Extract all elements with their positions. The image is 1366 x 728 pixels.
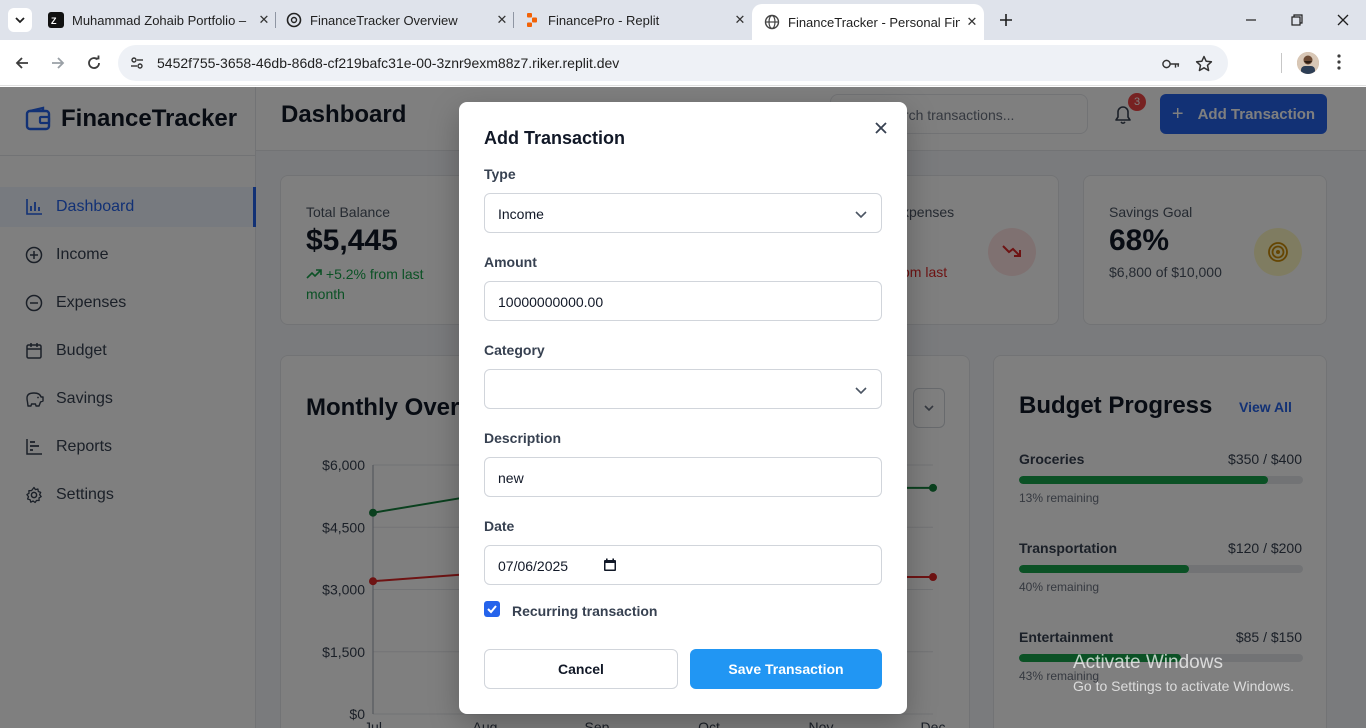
browser-menu-button[interactable] bbox=[1331, 51, 1347, 73]
date-label: Date bbox=[484, 518, 515, 534]
reload-icon bbox=[88, 55, 100, 69]
restore-icon bbox=[1291, 14, 1303, 26]
bookmark-star-icon[interactable] bbox=[1195, 55, 1213, 73]
save-transaction-button[interactable]: Save Transaction bbox=[690, 649, 882, 689]
plus-icon bbox=[1000, 14, 1012, 26]
tab-title: FinanceTracker Overview bbox=[310, 12, 458, 28]
type-label: Type bbox=[484, 166, 516, 182]
type-value: Income bbox=[498, 206, 544, 222]
close-window-button[interactable] bbox=[1328, 8, 1358, 32]
tab-close-icon[interactable]: ✕ bbox=[252, 12, 276, 28]
minimize-icon bbox=[1246, 19, 1256, 21]
browser-tab-financetracker[interactable]: FinanceTracker - Personal Finan ✕ bbox=[752, 4, 984, 40]
zohaib-logo-icon: Z bbox=[48, 12, 64, 28]
modal-title: Add Transaction bbox=[484, 128, 626, 148]
browser-tab-portfolio[interactable]: Z Muhammad Zohaib Portfolio – ✕ bbox=[36, 6, 276, 34]
close-icon[interactable] bbox=[871, 118, 891, 138]
svg-text:Z: Z bbox=[51, 16, 57, 26]
check-icon bbox=[487, 605, 497, 614]
date-field[interactable]: 07/06/2025 bbox=[484, 545, 882, 585]
tab-close-icon[interactable]: ✕ bbox=[728, 12, 752, 28]
add-transaction-modal: Add Transaction Type Income Amount 10000… bbox=[459, 102, 907, 714]
close-icon bbox=[1337, 14, 1349, 26]
type-select[interactable]: Income bbox=[484, 193, 882, 233]
tab-close-icon[interactable]: ✕ bbox=[490, 12, 514, 28]
globe-icon bbox=[764, 14, 780, 30]
tab-title: FinancePro - Replit bbox=[548, 12, 660, 28]
calendar-icon[interactable] bbox=[603, 558, 617, 572]
back-button[interactable] bbox=[10, 51, 34, 75]
category-label: Category bbox=[484, 342, 545, 358]
amount-value: 10000000000.00 bbox=[498, 294, 604, 310]
forward-button[interactable] bbox=[46, 51, 70, 75]
toolbar-divider bbox=[1281, 53, 1282, 73]
date-value: 07/06/2025 bbox=[498, 558, 569, 574]
minimize-button[interactable] bbox=[1236, 8, 1266, 32]
profile-avatar[interactable] bbox=[1297, 52, 1319, 74]
chevron-down-icon bbox=[855, 211, 867, 219]
browser-toolbar: 5452f755-3658-46db-86d8-cf219bafc31e-00-… bbox=[0, 40, 1366, 111]
recurring-label[interactable]: Recurring transaction bbox=[512, 603, 657, 619]
description-label: Description bbox=[484, 430, 562, 446]
site-settings-icon[interactable] bbox=[128, 54, 146, 72]
address-bar[interactable]: 5452f755-3658-46db-86d8-cf219bafc31e-00-… bbox=[118, 45, 1228, 81]
chevron-down-icon bbox=[855, 387, 867, 395]
arrow-left-icon bbox=[15, 57, 28, 69]
activate-windows-watermark: Activate Windows Go to Settings to activ… bbox=[1073, 652, 1294, 694]
description-value: new bbox=[498, 470, 524, 486]
new-tab-button[interactable] bbox=[994, 8, 1018, 32]
amount-label: Amount bbox=[484, 254, 537, 270]
cancel-button[interactable]: Cancel bbox=[484, 649, 678, 689]
arrow-right-icon bbox=[52, 57, 65, 69]
reload-button[interactable] bbox=[82, 51, 106, 75]
more-vertical-icon bbox=[1337, 54, 1341, 70]
watermark-subtitle: Go to Settings to activate Windows. bbox=[1073, 678, 1294, 694]
tab-title: Muhammad Zohaib Portfolio – bbox=[72, 12, 247, 28]
amount-field[interactable]: 10000000000.00 bbox=[484, 281, 882, 321]
browser-tab-replit[interactable]: FinancePro - Replit ✕ bbox=[512, 6, 752, 34]
openai-icon bbox=[286, 12, 302, 28]
watermark-title: Activate Windows bbox=[1073, 652, 1223, 673]
category-select[interactable] bbox=[484, 369, 882, 409]
tab-search-button[interactable] bbox=[8, 8, 32, 32]
browser-tab-strip: Z Muhammad Zohaib Portfolio – ✕ FinanceT… bbox=[0, 0, 1366, 40]
replit-icon bbox=[524, 12, 540, 28]
chevron-down-icon bbox=[15, 17, 25, 24]
description-field[interactable]: new bbox=[484, 457, 882, 497]
tab-close-icon[interactable]: ✕ bbox=[960, 14, 984, 30]
recurring-checkbox[interactable] bbox=[484, 601, 500, 617]
browser-tab-overview[interactable]: FinanceTracker Overview ✕ bbox=[274, 6, 514, 34]
url-text: 5452f755-3658-46db-86d8-cf219bafc31e-00-… bbox=[157, 55, 620, 71]
restore-button[interactable] bbox=[1282, 8, 1312, 32]
password-key-icon[interactable] bbox=[1162, 55, 1180, 73]
tab-title: FinanceTracker - Personal Finan bbox=[788, 14, 960, 30]
